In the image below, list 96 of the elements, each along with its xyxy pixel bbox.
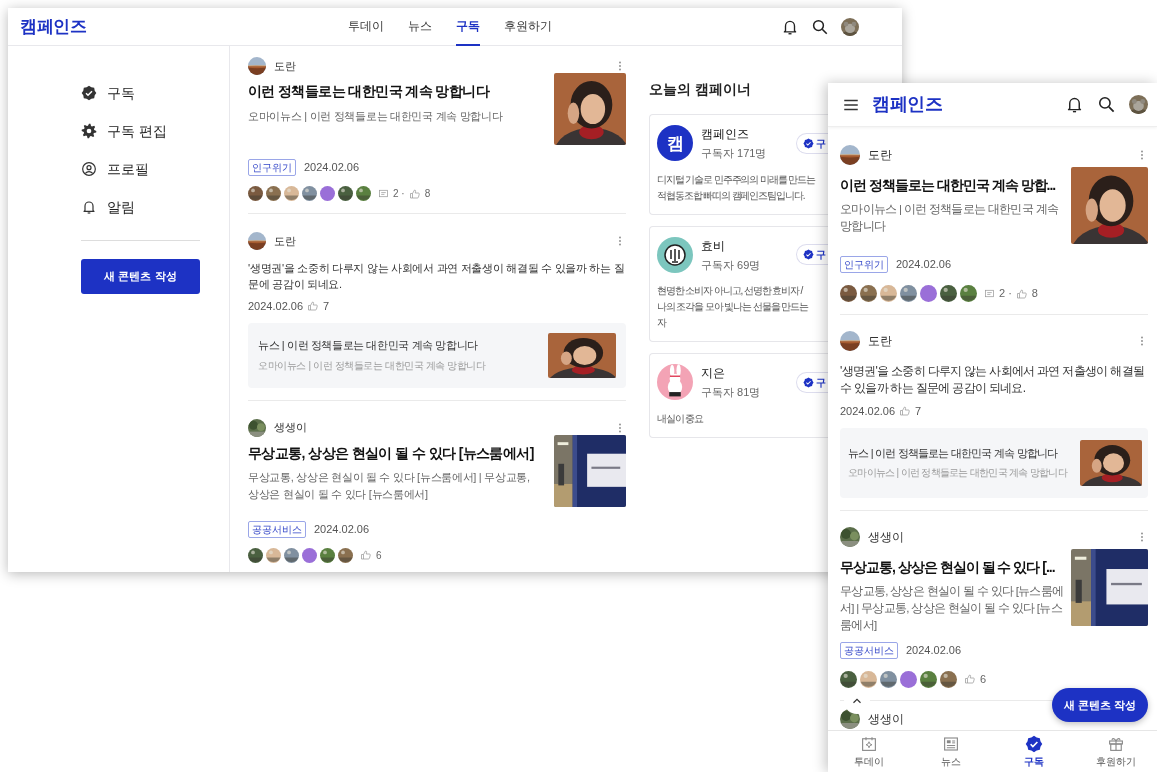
settings-icon (81, 123, 97, 139)
campaign-description: 현명한 소비자 아니고, 선명한 효비자 / 나의 조각을 모아 빛나는 선물을 만드는 자 (657, 284, 810, 330)
author-name[interactable]: 도란 (868, 332, 892, 350)
subscribe-button[interactable]: 구 (796, 371, 828, 393)
post-title[interactable]: 무상교통, 상상은 현실이 될 수 있다 [뉴스룸에서] (248, 444, 538, 462)
section-title: 오늘의 캠페이너 (649, 80, 752, 99)
check-badge-icon (803, 137, 814, 149)
thumbs-up-icon[interactable] (360, 549, 372, 561)
topic-tag[interactable]: 공공서비스 (840, 641, 898, 659)
like-count: 6 (980, 671, 987, 687)
calendar-icon (860, 734, 879, 753)
quote-card[interactable]: 뉴스 | 이런 정책들로는 대한민국 계속 망합니다 오마이뉴스 | 이런 정책들로는 대한민국 계속 망합니다 (840, 427, 1148, 498)
thumbs-up-icon[interactable] (964, 673, 976, 685)
subscriber-count: 구독자 171명 (701, 146, 768, 161)
campaign-description: 내실이 중요 (657, 411, 705, 426)
comment-count: 2 · (999, 286, 1012, 302)
campaign-name[interactable]: 지은 (701, 364, 788, 382)
post-date: 2024.02.06 (896, 257, 952, 273)
sidebar-item[interactable]: 프로필 (81, 150, 229, 188)
bell-icon[interactable] (1065, 95, 1084, 114)
comment-text: '생명권'을 소중히 다루지 않는 사회에서 과연 저출생이 해결될 수 있을까 하는 질문에 공감이 되네요. (248, 261, 626, 292)
author-name[interactable]: 생생이 (274, 419, 307, 436)
quote-source: 오마이뉴스 | 이런 정책들로는 대한민국 계속 망합니다 (848, 466, 1069, 481)
campaign-card[interactable]: 효비 구독자 69명 구 현명한 소비자 아니고, 선명한 효비자 / 나의 조각을 모아 빛나는 선물을 만드는 자 (649, 225, 828, 342)
comment-icon (984, 288, 995, 299)
like-count: 8 (1031, 286, 1038, 302)
check-badge-icon (803, 249, 814, 261)
logo[interactable]: 캠페인즈 (20, 16, 86, 36)
campaign-card[interactable]: 캠 캠페인즈 구독자 171명 구 디지털 기술로 민주주의의 미래를 만드는 적협동조합 빠띠의 캠페인즈팀입니다. (649, 114, 828, 215)
author-name[interactable]: 도란 (868, 146, 892, 164)
post-date: 2024.02.06 (248, 299, 304, 314)
topic-tag[interactable]: 공공서비스 (248, 520, 306, 538)
logo[interactable]: 캠페인즈 (872, 91, 942, 118)
author-name[interactable]: 도란 (274, 232, 296, 250)
sidebar-item[interactable]: 구독 (81, 74, 229, 112)
campaign-card[interactable]: 지은 구독자 81명 구 내실이 중요 (649, 353, 828, 438)
quote-title: 뉴스 | 이런 정책들로는 대한민국 계속 망합니다 (848, 445, 1059, 461)
topic-tag[interactable]: 인구위기 (840, 256, 888, 273)
campaign-description: 디지털 기술로 민주주의의 미래를 만드는 적협동조합 빠띠의 캠페인즈팀입니다. (657, 172, 817, 203)
nav-tab[interactable]: 구독 (456, 8, 480, 46)
author-name[interactable]: 생생이 (868, 527, 904, 546)
subscribe-button[interactable]: 구 (796, 244, 828, 266)
subscriber-count: 구독자 69명 (701, 257, 762, 273)
bell-icon (81, 199, 97, 215)
check-badge-icon (81, 85, 97, 101)
post-title[interactable]: 이런 정책들로는 대한민국 계속 망합니다 (248, 83, 538, 100)
quote-card[interactable]: 뉴스 | 이런 정책들로는 대한민국 계속 망합니다 오마이뉴스 | 이런 정책들로는 대한민국 계속 망합니다 (248, 322, 626, 388)
author-name[interactable]: 생생이 (868, 709, 904, 728)
comment-icon (378, 188, 389, 199)
thumbs-up-icon[interactable] (307, 300, 320, 313)
post-title[interactable]: 무상교통, 상상은 현실이 될 수 있다 [... (840, 556, 1067, 577)
sidebar-item[interactable]: 구독 편집 (81, 112, 229, 150)
nav-tab[interactable]: 구독 (992, 731, 1075, 772)
post-title[interactable]: 이런 정책들로는 대한민국 계속 망합... (840, 175, 1067, 195)
nav-tab[interactable]: 뉴스 (910, 731, 993, 772)
check-badge-icon (1024, 734, 1043, 753)
like-count: 8 (424, 187, 431, 201)
post-summary: 오마이뉴스 | 이런 정책들로는 대한민국 계속 망합니다 (840, 202, 1060, 234)
new-content-button[interactable]: 새 콘텐츠 작성 (81, 259, 200, 294)
topic-tag[interactable]: 인구위기 (248, 159, 296, 176)
post-date: 2024.02.06 (906, 642, 962, 658)
like-count: 7 (323, 299, 330, 314)
post-date: 2024.02.06 (304, 160, 360, 176)
campaign-name[interactable]: 캠페인즈 (701, 125, 788, 143)
post-date: 2024.02.06 (314, 521, 370, 537)
nav-tab[interactable]: 투데이 (828, 731, 911, 772)
newspaper-icon (942, 734, 961, 753)
search-icon[interactable] (811, 17, 829, 36)
logo: 캠 (657, 125, 693, 162)
post-summary: 무상교통, 상상은 현실이 될 수 있다 [뉴스룸에서] | 무상교통, 상상은 현실이 될 수 있다 [뉴스룸에서] (840, 583, 1065, 633)
new-content-button[interactable]: 새 콘텐츠 작성 (1051, 687, 1148, 722)
subscriber-count: 구독자 81명 (701, 385, 762, 400)
comment-text: '생명권'을 소중히 다루지 않는 사회에서 과연 저출생이 해결될 수 있을까 하는 질문에 공감이 되네요. (840, 363, 1146, 397)
quote-title: 뉴스 | 이런 정책들로는 대한민국 계속 망합니다 (258, 338, 479, 354)
post-summary: 오마이뉴스 | 이런 정책들로는 대한민국 계속 망합니다 (248, 108, 504, 124)
emblem-icon (657, 236, 693, 273)
person-circle-icon (81, 161, 97, 177)
like-count: 7 (915, 404, 922, 419)
thumbs-up-icon[interactable] (408, 187, 421, 200)
search-icon[interactable] (1097, 95, 1116, 114)
sidebar-item[interactable]: 알림 (81, 188, 229, 226)
subscribe-button[interactable]: 구 (796, 132, 828, 154)
check-badge-icon (803, 376, 814, 388)
nav-tab[interactable]: 후원하기 (504, 8, 552, 46)
nav-tab[interactable]: 뉴스 (408, 8, 432, 46)
like-count: 6 (376, 548, 382, 563)
author-name[interactable]: 도란 (274, 57, 296, 75)
campaign-name[interactable]: 효비 (701, 236, 788, 255)
thumbs-up-icon[interactable] (899, 405, 912, 418)
thumbs-up-icon[interactable] (1015, 287, 1028, 300)
quote-source: 오마이뉴스 | 이런 정책들로는 대한민국 계속 망합니다 (258, 358, 487, 373)
post-summary: 무상교통, 상상은 현실이 될 수 있다 [뉴스룸에서] | 무상교통, 상상은 현실이 될 수 있다 [뉴스룸에서] (248, 470, 531, 502)
post-date: 2024.02.06 (840, 404, 896, 419)
nav-tab[interactable]: 투데이 (348, 8, 384, 46)
comment-count: 2 · (393, 187, 405, 201)
nav-tab[interactable]: 후원하기 (1074, 731, 1157, 772)
